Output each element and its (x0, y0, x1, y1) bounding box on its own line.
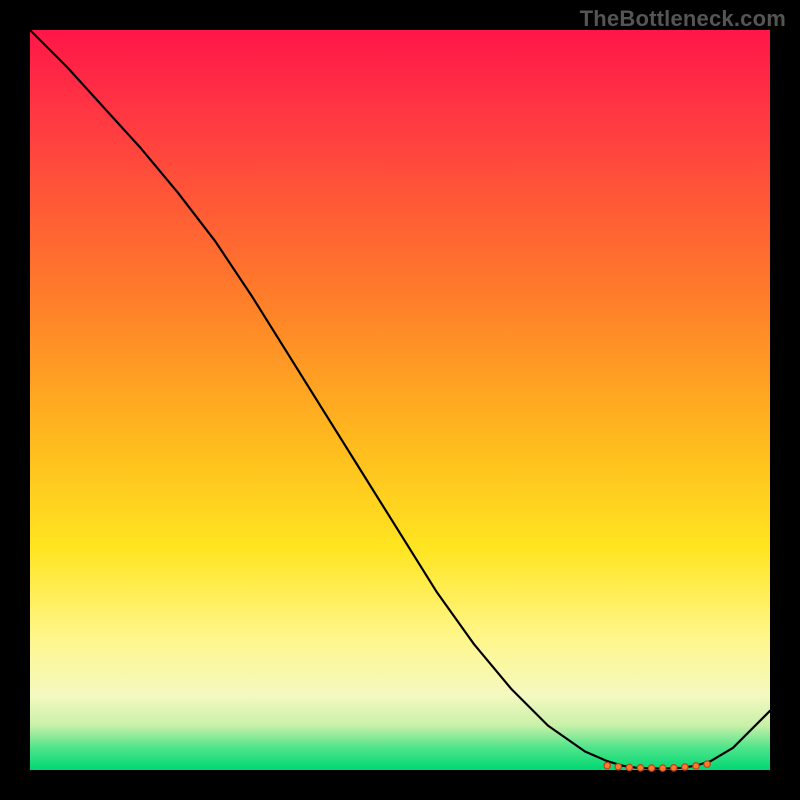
highlight-dot (660, 765, 666, 771)
highlight-dot (693, 763, 699, 769)
highlight-dot (637, 765, 643, 771)
highlight-dot (626, 764, 632, 770)
optimal-range-dots (604, 761, 710, 771)
plot-area (30, 30, 770, 770)
highlight-dot (648, 765, 654, 771)
highlight-dot (671, 765, 677, 771)
chart-container: TheBottleneck.com (0, 0, 800, 800)
watermark-text: TheBottleneck.com (580, 6, 786, 32)
highlight-dot (615, 764, 621, 770)
highlight-dot (604, 762, 610, 768)
highlight-dot (682, 764, 688, 770)
chart-svg (30, 30, 770, 770)
bottleneck-curve (30, 30, 770, 769)
highlight-dot (704, 761, 710, 767)
